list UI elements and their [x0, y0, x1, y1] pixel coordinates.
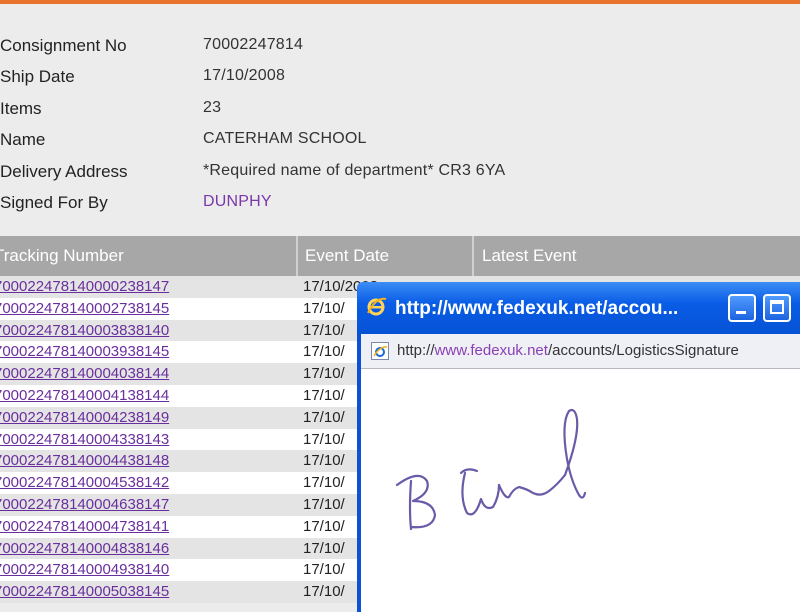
tracking-number-link[interactable]: 700022478140004238149 [0, 409, 169, 426]
detail-label: Consignment No [0, 36, 127, 55]
event-date: 17/10/ [303, 321, 345, 339]
tracking-number-link[interactable]: 700022478140000238147 [0, 278, 169, 295]
column-header-latest-event: Latest Event [472, 236, 800, 276]
event-date: 17/10/ [303, 386, 345, 404]
popup-title-bar[interactable]: http://www.fedexuk.net/accou... [357, 282, 800, 334]
url-host: www.fedexuk.net [434, 342, 548, 359]
tracking-number-link[interactable]: 700022478140004438148 [0, 452, 169, 469]
delivery-address: *Required name of department* CR3 6YA [203, 161, 506, 179]
column-header-tracking: Tracking Number [0, 246, 124, 265]
event-date: 17/10/ [303, 430, 345, 448]
tracking-number-link[interactable]: 700022478140003938145 [0, 343, 169, 360]
maximize-icon [770, 300, 784, 314]
items-count: 23 [203, 98, 222, 116]
detail-row-name: Name CATERHAM SCHOOL [0, 124, 800, 155]
tracking-number-link[interactable]: 700022478140005038145 [0, 583, 169, 600]
ship-date: 17/10/2008 [203, 67, 286, 85]
consignment-number: 70002247814 [203, 36, 304, 53]
detail-row-consignment: Consignment No 70002247814 [0, 30, 800, 61]
tracking-number-link[interactable]: 700022478140004538142 [0, 474, 169, 491]
detail-row-ship-date: Ship Date 17/10/2008 [0, 61, 800, 92]
address-bar[interactable]: http://www.fedexuk.net/accounts/Logistic… [361, 334, 800, 369]
detail-label: Delivery Address [0, 161, 128, 181]
signature-image [395, 408, 587, 531]
event-date: 17/10/ [303, 561, 345, 579]
internet-explorer-icon [365, 295, 387, 317]
detail-row-items: Items 23 [0, 93, 800, 124]
signature-popup-window: http://www.fedexuk.net/accou... http://w… [357, 282, 800, 612]
recipient-name: CATERHAM SCHOOL [203, 130, 367, 148]
url-prefix: http:// [397, 342, 435, 359]
tracking-number-link[interactable]: 700022478140004638147 [0, 496, 169, 513]
detail-label: Signed For By [0, 192, 108, 212]
event-date: 17/10/ [303, 365, 345, 383]
table-header: Tracking Number Event Date Latest Event [0, 236, 800, 276]
event-date: 17/10/ [303, 408, 345, 426]
column-header-event-date: Event Date [296, 236, 472, 276]
event-date: 17/10/ [303, 583, 345, 601]
tracking-number-link[interactable]: 700022478140004838146 [0, 540, 169, 557]
detail-row-address: Delivery Address *Required name of depar… [0, 156, 800, 187]
tracking-number-link[interactable]: 700022478140004738141 [0, 518, 169, 535]
address-url[interactable]: http://www.fedexuk.net/accounts/Logistic… [397, 342, 739, 359]
event-date: 17/10/ [303, 299, 345, 317]
tracking-number-link[interactable]: 700022478140004138144 [0, 387, 169, 404]
detail-label: Ship Date [0, 67, 75, 87]
page-icon [371, 342, 389, 360]
detail-label: Name [0, 130, 46, 150]
detail-label: Items [0, 98, 42, 118]
tracking-number-link[interactable]: 700022478140003838140 [0, 322, 169, 339]
maximize-button[interactable] [763, 294, 791, 322]
event-date: 17/10/ [303, 343, 345, 361]
event-date: 17/10/ [303, 517, 345, 535]
url-path: /accounts/LogisticsSignature [547, 342, 739, 359]
top-accent-bar [0, 0, 800, 4]
event-date: 17/10/ [303, 495, 345, 513]
event-date: 17/10/ [303, 474, 345, 492]
minimize-icon [736, 311, 746, 314]
event-date: 17/10/ [303, 452, 345, 470]
signed-for-by: DUNPHY [203, 192, 272, 210]
detail-row-signed-for: Signed For By DUNPHY [0, 187, 800, 218]
tracking-number-link[interactable]: 700022478140002738145 [0, 300, 169, 317]
popup-title: http://www.fedexuk.net/accou... [395, 298, 679, 319]
consignment-details: Consignment No 70002247814 Ship Date 17/… [0, 30, 800, 218]
signature-area [361, 369, 800, 612]
event-date: 17/10/ [303, 539, 345, 557]
tracking-number-link[interactable]: 700022478140004938140 [0, 561, 169, 578]
minimize-button[interactable] [728, 294, 756, 322]
tracking-number-link[interactable]: 700022478140004038144 [0, 365, 169, 382]
tracking-number-link[interactable]: 700022478140004338143 [0, 431, 169, 448]
